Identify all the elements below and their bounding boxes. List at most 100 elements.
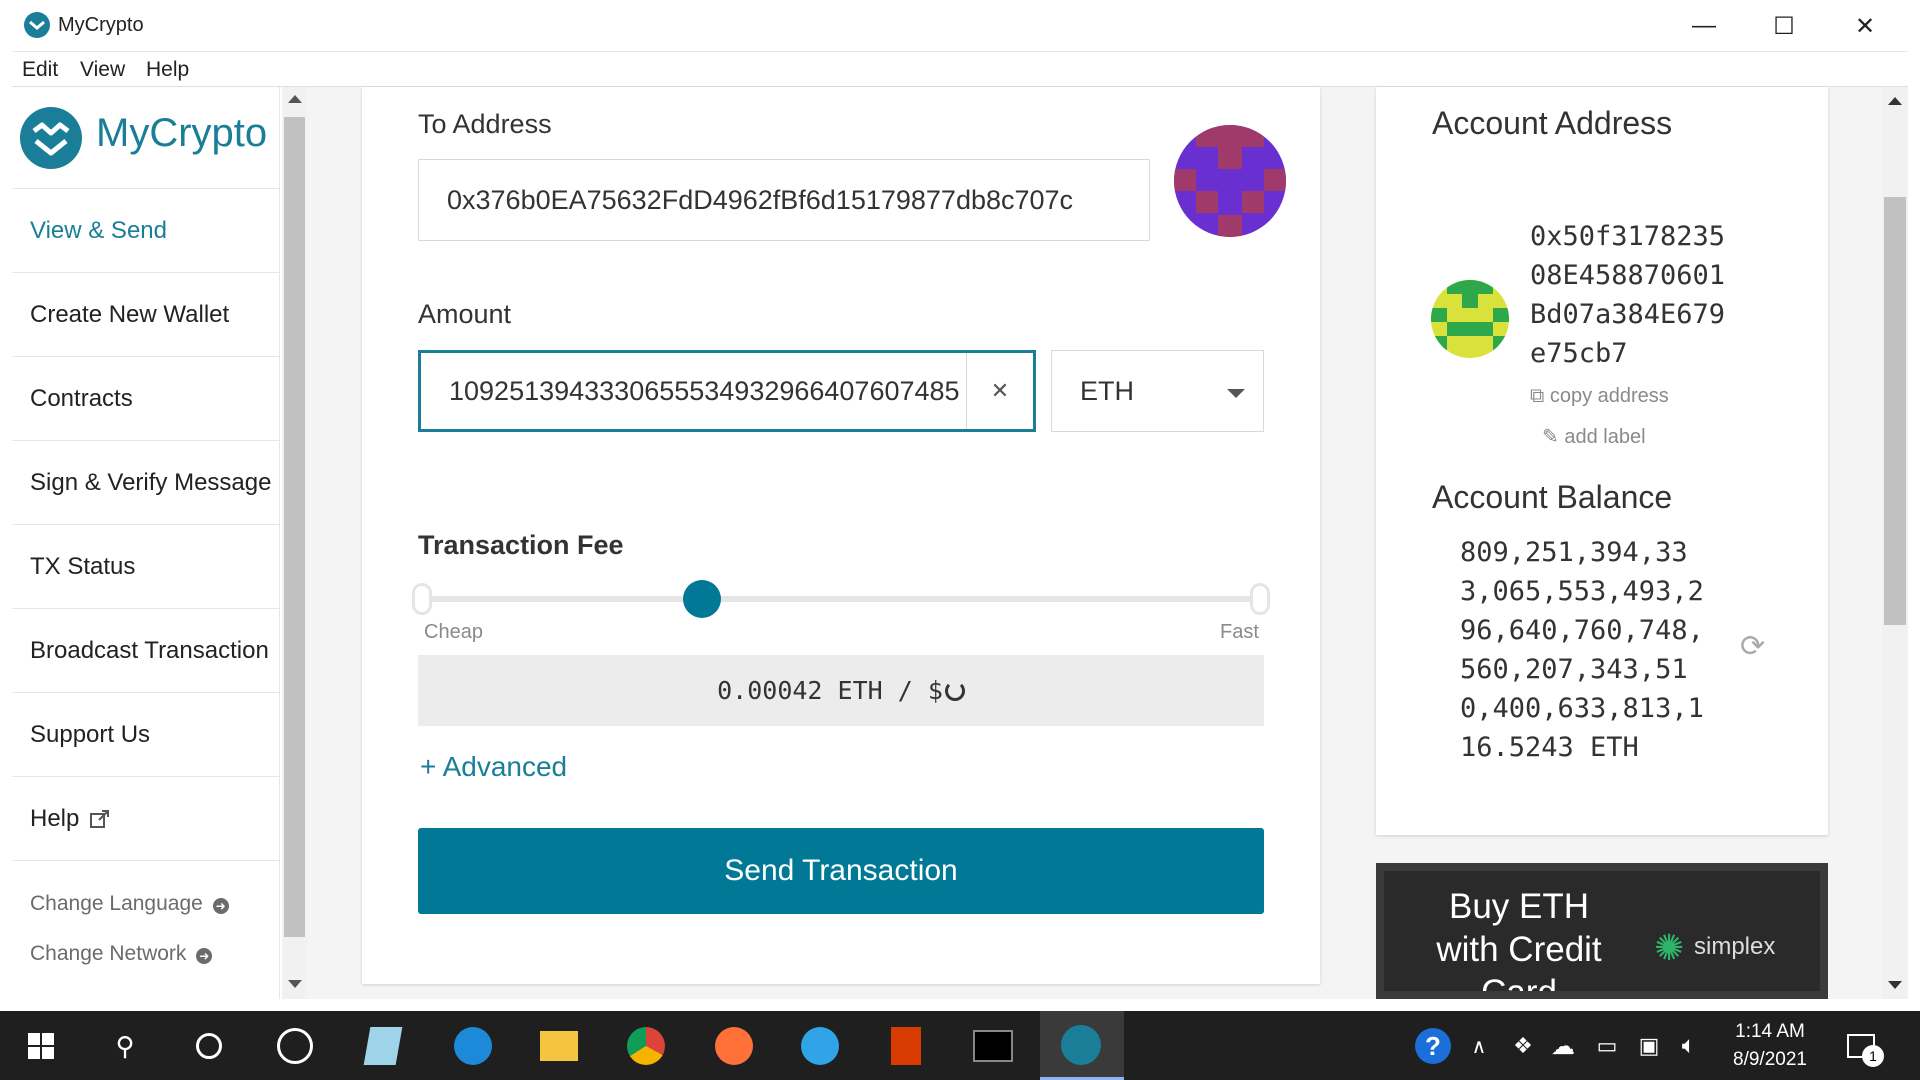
sidebar-item-label: TX Status [30,552,136,580]
advanced-toggle[interactable]: + Advanced [420,751,567,783]
scroll-up-arrow-icon[interactable] [1888,97,1902,105]
sidebar-item-view-send[interactable]: View & Send [12,188,280,272]
refresh-icon[interactable]: ⟳ [1740,629,1765,664]
sidebar-item-support[interactable]: Support Us [12,692,280,776]
office-icon[interactable] [883,1023,929,1069]
sidebar-item-contracts[interactable]: Contracts [12,356,280,440]
sidebar-item-tx-status[interactable]: TX Status [12,524,280,608]
sidebar-item-broadcast[interactable]: Broadcast Transaction [12,608,280,692]
sidebar-item-sign-verify[interactable]: Sign & Verify Message [12,440,280,524]
send-transaction-button[interactable]: Send Transaction [418,828,1264,914]
sidebar-item-label: Create New Wallet [30,300,230,328]
menu-bar: Edit View Help [12,52,1908,87]
change-network-label: Change Network [30,942,187,965]
copy-icon: ⧉ [1530,385,1545,407]
fee-slider-max-dot [1250,583,1270,615]
sidebar-item-help[interactable]: Help [12,776,280,860]
balance-line: 560,207,343,51 [1460,654,1688,685]
to-address-label: To Address [418,109,552,139]
fee-slider-track [420,596,1262,602]
chevron-down-icon [1227,389,1245,398]
chrome-icon[interactable] [623,1023,669,1069]
sidebar-scrollbar[interactable] [282,87,307,999]
help-icon[interactable]: ? [1410,1023,1456,1069]
menu-edit[interactable]: Edit [22,52,58,87]
mycrypto-app-icon [24,12,50,38]
scrollbar-thumb[interactable] [284,117,305,937]
change-network-link[interactable]: Change Network ➜ [30,942,213,966]
onedrive-cloud-icon[interactable]: ☁ [1540,1023,1586,1069]
chevron-up-icon[interactable]: ∧ [1456,1023,1502,1069]
fee-value: 0.00042 ETH / $ [717,676,943,705]
edge-beta-icon[interactable] [450,1023,496,1069]
account-identicon [1431,280,1509,358]
to-address-input[interactable]: 0x376b0EA75632FdD4962fBf6d15179877db8c70… [418,159,1150,241]
amount-label: Amount [418,299,512,329]
menu-view[interactable]: View [80,52,125,87]
file-explorer-icon[interactable] [536,1023,582,1069]
account-address-title: Account Address [1432,105,1673,141]
start-windows-icon[interactable] [18,1023,64,1069]
account-balance-title: Account Balance [1432,479,1673,515]
mycrypto-taskbar-icon [1061,1025,1101,1065]
battery-icon[interactable]: ▭ [1584,1023,1630,1069]
mycrypto-taskbar-active[interactable] [1040,1011,1124,1080]
balance-line: 809,251,394,33 [1460,537,1688,568]
notes-app-icon[interactable] [360,1023,406,1069]
terminal-icon[interactable] [970,1023,1016,1069]
clear-x-icon[interactable]: ✕ [991,378,1009,404]
account-balance-value: 809,251,394,33 3,065,553,493,2 96,640,76… [1460,533,1704,767]
pencil-icon: ✎ [1542,426,1559,448]
sidebar-item-create-wallet[interactable]: Create New Wallet [12,272,280,356]
balance-line: 0,400,633,813,1 [1460,693,1704,724]
minimize-button[interactable]: — [1684,8,1724,44]
fee-slider[interactable] [412,579,1270,619]
simplex-logo-icon: ✺ [1654,927,1685,968]
maximize-button[interactable]: ☐ [1764,8,1804,44]
volume-icon[interactable]: 🔈︎ [1666,1023,1712,1069]
scrollbar-thumb[interactable] [1884,197,1906,625]
scroll-down-arrow-icon[interactable] [1888,981,1902,989]
account-card: Account Address 0x50f3178235 08E45887060… [1376,87,1828,835]
balance-line: 16.5243 ETH [1460,732,1639,763]
notifications-icon[interactable]: 1 [1838,1023,1884,1069]
clock[interactable]: 1:14 AM 8/9/2021 [1710,1018,1830,1074]
sidebar-logo[interactable]: MyCrypto [12,87,280,187]
fee-slider-handle[interactable] [683,580,721,618]
sidebar-item-label: View & Send [30,216,167,244]
send-transaction-label: Send Transaction [724,854,958,887]
sidebar-item-label: Help [30,804,80,832]
arrow-circle-icon: ➜ [196,948,213,964]
address-line: Bd07a384E679 [1530,299,1726,330]
change-language-link[interactable]: Change Language ➜ [30,892,229,916]
amount-clear-area[interactable]: ✕ [966,353,1033,429]
clock-date: 8/9/2021 [1733,1049,1807,1070]
simplex-brand: simplex [1694,933,1776,960]
fee-slider-min-dot [412,583,432,615]
sidebar-item-label: Support Us [30,720,151,748]
menu-help[interactable]: Help [146,52,189,87]
currency-select[interactable]: ETH [1051,350,1264,432]
add-label-link[interactable]: ✎ add label [1542,424,1646,449]
recipient-identicon [1174,125,1286,237]
buy-eth-promo[interactable]: Buy ETH with Credit Card ✺ simplex [1376,863,1828,999]
scroll-up-arrow-icon[interactable] [288,95,302,103]
app-icon-1[interactable] [272,1023,318,1069]
amount-input[interactable]: 1092513943330655534932966407607485 [418,350,1036,432]
sidebar-item-label: Contracts [30,384,133,412]
transaction-fee-label: Transaction Fee [418,530,624,560]
close-button[interactable]: ✕ [1845,8,1885,44]
scroll-down-arrow-icon[interactable] [288,980,302,988]
address-line: 0x50f3178235 [1530,221,1726,252]
cortana-icon[interactable] [186,1023,232,1069]
loading-spinner-icon [944,680,965,701]
promo-line: Buy ETH [1448,887,1590,926]
window-title: MyCrypto [58,14,144,36]
main-scrollbar[interactable] [1882,87,1908,999]
copy-address-link[interactable]: ⧉ copy address [1530,385,1669,408]
edge-icon[interactable] [797,1023,843,1069]
search-icon[interactable]: ⚲ [102,1023,148,1069]
balance-line: 3,065,553,493,2 [1460,576,1704,607]
sidebar: MyCrypto View & Send Create New Wallet C… [12,87,280,999]
firefox-icon[interactable] [711,1023,757,1069]
